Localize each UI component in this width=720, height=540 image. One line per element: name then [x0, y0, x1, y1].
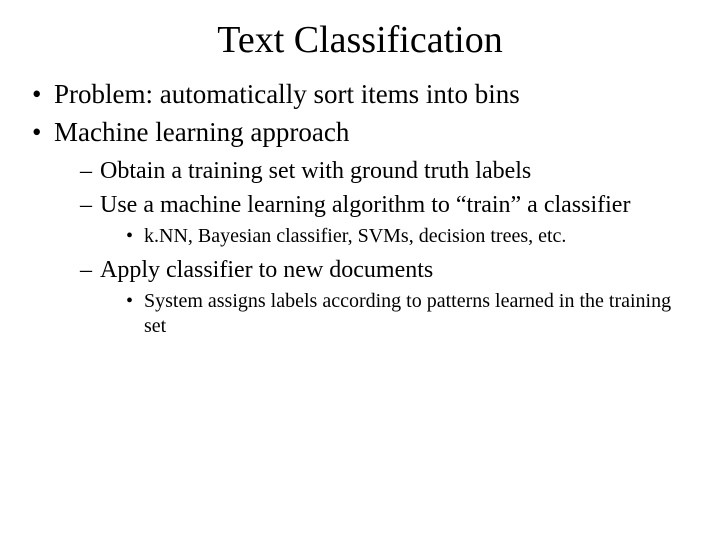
bullet-text: Use a machine learning algorithm to “tra…: [100, 192, 630, 218]
slide: Text Classification Problem: automatical…: [0, 0, 720, 540]
bullet-list-level3: System assigns labels according to patte…: [100, 289, 692, 339]
bullet-item: System assigns labels according to patte…: [126, 289, 692, 339]
bullet-text: System assigns labels according to patte…: [144, 290, 671, 337]
slide-title: Text Classification: [28, 18, 692, 62]
bullet-item: k.NN, Bayesian classifier, SVMs, decisio…: [126, 224, 692, 249]
bullet-item: Use a machine learning algorithm to “tra…: [80, 190, 692, 249]
bullet-text: Problem: automatically sort items into b…: [54, 79, 520, 109]
bullet-list-level2: Obtain a training set with ground truth …: [54, 156, 692, 339]
bullet-text: Apply classifier to new documents: [100, 257, 433, 283]
bullet-text: Obtain a training set with ground truth …: [100, 158, 531, 184]
bullet-text: Machine learning approach: [54, 117, 349, 147]
bullet-item: Obtain a training set with ground truth …: [80, 156, 692, 186]
bullet-list-level3: k.NN, Bayesian classifier, SVMs, decisio…: [100, 224, 692, 249]
bullet-text: k.NN, Bayesian classifier, SVMs, decisio…: [144, 225, 566, 247]
bullet-list-level1: Problem: automatically sort items into b…: [28, 78, 692, 339]
bullet-item: Machine learning approach Obtain a train…: [28, 116, 692, 339]
bullet-item: Problem: automatically sort items into b…: [28, 78, 692, 112]
bullet-item: Apply classifier to new documents System…: [80, 255, 692, 339]
